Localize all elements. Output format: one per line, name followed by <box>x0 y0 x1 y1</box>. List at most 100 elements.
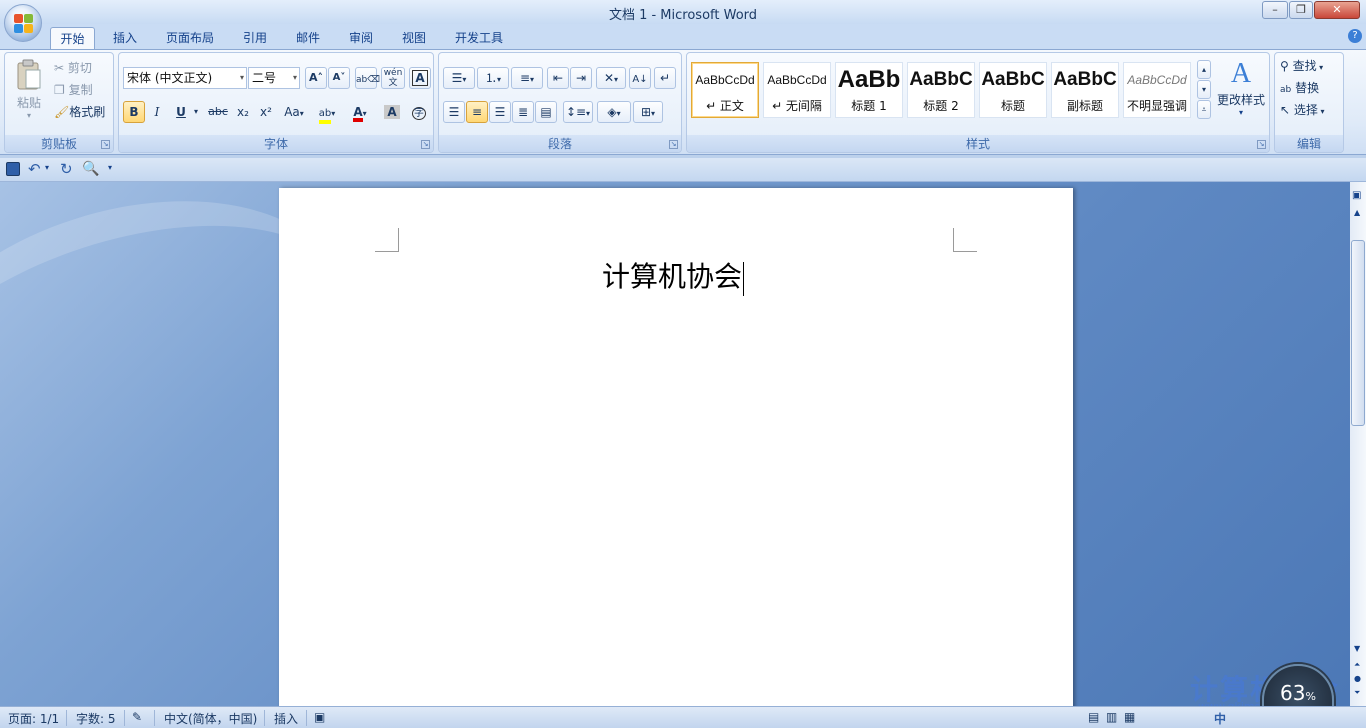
superscript-button[interactable]: x² <box>255 101 277 123</box>
show-marks-button[interactable]: ↵ <box>654 67 676 89</box>
restore-button[interactable]: ❐ <box>1289 1 1313 19</box>
multilevel-list-button[interactable]: ≡▾ <box>511 67 543 89</box>
style-title[interactable]: AaBbC 标题 <box>979 62 1047 118</box>
italic-button[interactable]: I <box>146 101 168 123</box>
underline-dropdown-icon[interactable]: ▾ <box>192 101 200 123</box>
close-button[interactable]: ✕ <box>1314 1 1360 19</box>
replace-button[interactable]: ab 替换 <box>1279 77 1341 99</box>
tab-insert[interactable]: 插入 <box>104 27 146 50</box>
style-heading-1[interactable]: AaBb 标题 1 <box>835 62 903 118</box>
font-color-button[interactable]: A▾ <box>345 101 375 123</box>
save-icon[interactable] <box>6 162 20 176</box>
char-border-button[interactable]: A <box>409 67 431 89</box>
char-shading-button[interactable]: A <box>381 101 403 123</box>
increase-indent-button[interactable]: ⇥ <box>570 67 592 89</box>
align-right-button[interactable]: ☰ <box>489 101 511 123</box>
style-subtitle[interactable]: AaBbC 副标题 <box>1051 62 1119 118</box>
scroll-up-icon[interactable]: ▲ <box>1354 208 1360 217</box>
cut-button[interactable]: ✂ 剪切 <box>53 57 109 79</box>
phonetic-char-icon: 文 <box>388 78 398 88</box>
copy-button[interactable]: ❐ 复制 <box>53 79 109 101</box>
style-heading-2[interactable]: AaBbC 标题 2 <box>907 62 975 118</box>
tab-mailings[interactable]: 邮件 <box>287 27 329 50</box>
shrink-font-button[interactable]: A˅ <box>328 67 350 89</box>
shading-button[interactable]: ◈▾ <box>597 101 631 123</box>
styles-more-icon[interactable]: ⩡ <box>1197 100 1211 119</box>
ruler-toggle-icon[interactable]: ▣ <box>1352 190 1361 201</box>
macro-record-icon[interactable]: ▣ <box>314 710 325 724</box>
tab-view[interactable]: 视图 <box>393 27 435 50</box>
redo-icon[interactable]: ↻ <box>60 160 73 178</box>
office-button[interactable] <box>4 4 42 42</box>
page-count[interactable]: 页面: 1/1 <box>8 710 59 727</box>
multilevel-list-icon: ≡ <box>519 71 531 85</box>
clear-format-button[interactable]: ab⌫ <box>355 67 380 89</box>
styles-launcher-icon[interactable]: ↘ <box>1257 140 1266 149</box>
line-spacing-button[interactable]: ↕≡▾ <box>563 101 593 123</box>
insert-mode[interactable]: 插入 <box>274 710 298 727</box>
tab-review[interactable]: 审阅 <box>340 27 382 50</box>
style-no-spacing[interactable]: AaBbCcDd ↵ 无间隔 <box>763 62 831 118</box>
distributed-button[interactable]: ▤ <box>535 101 557 123</box>
align-left-button[interactable]: ☰ <box>443 101 465 123</box>
font-launcher-icon[interactable]: ↘ <box>421 140 430 149</box>
numbered-list-icon: ⒈ <box>484 71 497 85</box>
scroll-down-icon[interactable]: ▼ <box>1354 644 1360 653</box>
undo-icon[interactable]: ↶ <box>28 160 41 178</box>
grow-font-button[interactable]: A˄ <box>305 67 327 89</box>
full-screen-reading-icon[interactable]: ▥ <box>1106 710 1117 724</box>
styles-scroll-up-icon[interactable]: ▴ <box>1197 60 1211 79</box>
help-icon[interactable]: ? <box>1348 29 1362 43</box>
tab-developer[interactable]: 开发工具 <box>447 27 511 50</box>
enclose-chars-button[interactable]: 字 <box>408 101 430 123</box>
customize-qat-icon[interactable]: ▾ <box>108 163 112 172</box>
language-indicator[interactable]: 中文(简体，中国) <box>164 710 257 727</box>
styles-scroll-down-icon[interactable]: ▾ <box>1197 80 1211 99</box>
format-painter-button[interactable]: 🖌格式刷 <box>53 101 115 123</box>
sort-button[interactable]: A↓ <box>629 67 651 89</box>
chinese-layout-button[interactable]: ✕▾ <box>596 67 626 89</box>
select-button[interactable]: ↖ 选择 ▾ <box>1279 99 1341 121</box>
underline-button[interactable]: U <box>170 101 192 123</box>
bullets-button[interactable]: ☰▾ <box>443 67 475 89</box>
strikethrough-button[interactable]: abc <box>205 101 231 123</box>
find-button[interactable]: ⚲ 查找 ▾ <box>1279 55 1341 77</box>
align-center-button[interactable]: ≡ <box>466 101 488 123</box>
previous-page-icon[interactable]: ⏶ <box>1354 660 1360 670</box>
justify-button[interactable]: ≣ <box>512 101 534 123</box>
highlight-button[interactable]: ab▾ <box>311 101 343 124</box>
scrollbar-thumb[interactable] <box>1351 240 1365 426</box>
web-layout-icon[interactable]: ▦ <box>1124 710 1135 724</box>
numbering-button[interactable]: ⒈▾ <box>477 67 509 89</box>
tab-page-layout[interactable]: 页面布局 <box>160 27 220 50</box>
bold-button[interactable]: B <box>123 101 145 123</box>
style-normal[interactable]: AaBbCcDd ↵ 正文 <box>691 62 759 118</box>
font-size-combo[interactable]: 二号 ▾ <box>248 67 300 89</box>
change-case-button[interactable]: Aa▾ <box>279 101 309 123</box>
browse-object-icon[interactable]: ● <box>1354 674 1361 683</box>
paragraph-launcher-icon[interactable]: ↘ <box>669 140 678 149</box>
clipboard-launcher-icon[interactable]: ↘ <box>101 140 110 149</box>
proofing-icon[interactable]: ✎ <box>132 710 142 724</box>
font-name-combo[interactable]: 宋体 (中文正文) ▾ <box>123 67 247 89</box>
document-page[interactable]: 计算机协会 <box>279 188 1073 728</box>
document-text[interactable]: 计算机协会 <box>602 255 745 296</box>
paste-button[interactable]: 粘贴 ▾ <box>9 57 49 129</box>
undo-dropdown-icon[interactable]: ▾ <box>45 163 49 172</box>
print-layout-view-icon[interactable]: ▤ <box>1088 710 1099 724</box>
tab-references[interactable]: 引用 <box>234 27 276 50</box>
replace-icon: ab <box>1280 85 1292 95</box>
style-subtle-emphasis[interactable]: AaBbCcDd 不明显强调 <box>1123 62 1191 118</box>
tab-home[interactable]: 开始 <box>50 27 95 50</box>
borders-button[interactable]: ⊞▾ <box>633 101 663 123</box>
subscript-button[interactable]: x₂ <box>232 101 254 123</box>
paste-dropdown-icon[interactable]: ▾ <box>9 111 49 120</box>
phonetic-guide-button[interactable]: wén 文 <box>381 67 405 89</box>
print-preview-icon[interactable]: 🔍 <box>82 161 99 177</box>
next-page-icon[interactable]: ⏷ <box>1354 688 1360 698</box>
decrease-indent-button[interactable]: ⇤ <box>547 67 569 89</box>
word-count[interactable]: 字数: 5 <box>76 710 116 727</box>
change-styles-button[interactable]: A 更改样式 ▾ <box>1215 57 1267 129</box>
minimize-button[interactable]: – <box>1262 1 1288 19</box>
ime-icon[interactable]: 中 <box>1214 710 1226 727</box>
